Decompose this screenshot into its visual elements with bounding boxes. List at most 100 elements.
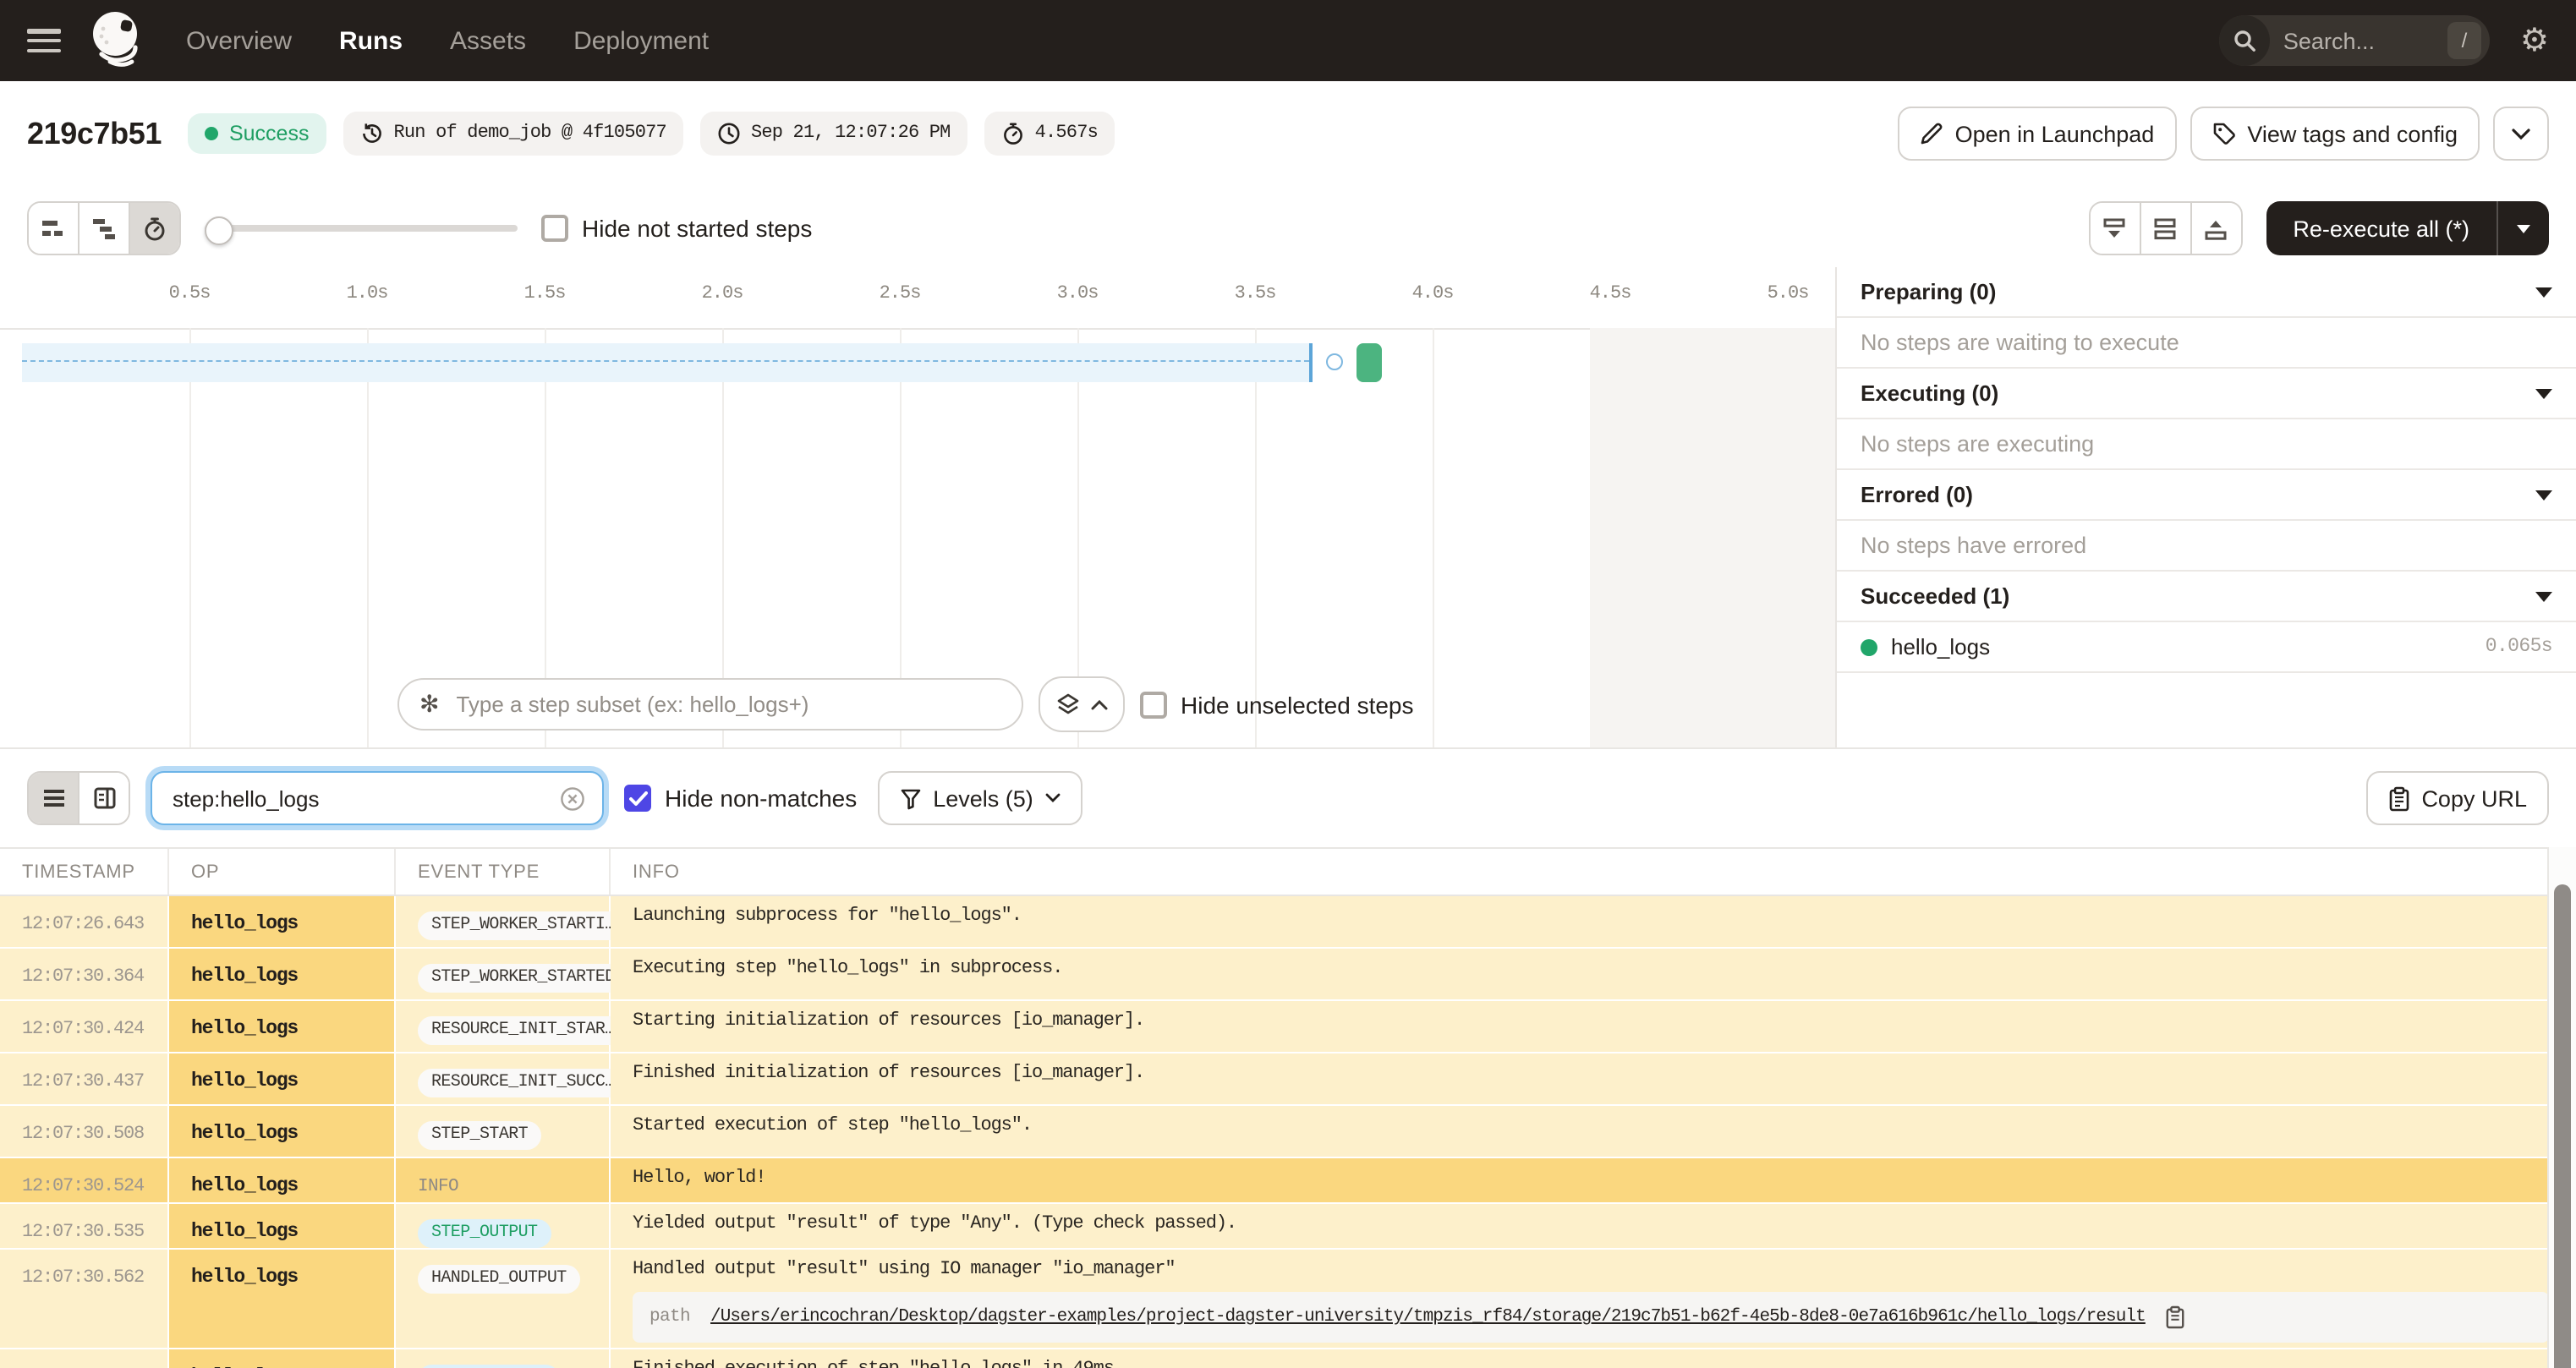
run-start-time-tag[interactable]: Sep 21, 12:07:26 PM (699, 112, 967, 156)
view-tags-config-button[interactable]: View tags and config (2190, 107, 2480, 161)
log-timestamp-cell[interactable]: 12:07:30.508 (0, 1106, 169, 1157)
log-event-type-cell: STEP_WORKER_STARTED (396, 949, 628, 999)
pencil-icon (1921, 123, 1942, 145)
log-structured-view-icon[interactable] (79, 773, 129, 824)
split-even-icon[interactable] (2140, 203, 2192, 254)
tag-icon (2213, 123, 2235, 145)
nav-item-overview[interactable]: Overview (186, 26, 292, 55)
log-event-type-cell: STEP_WORKER_STARTI… (396, 896, 628, 947)
log-info-text: Finished initialization of resources [io… (633, 1064, 1145, 1084)
nav-item-runs[interactable]: Runs (339, 26, 403, 55)
hide-not-started-checkbox[interactable]: Hide not started steps (541, 215, 812, 242)
event-type-badge: HANDLED_OUTPUT (418, 1265, 580, 1294)
log-timestamp-cell[interactable]: 12:07:30.364 (0, 949, 169, 999)
log-timestamp-cell[interactable]: 12:07:30.535 (0, 1204, 169, 1248)
panel-section-header[interactable]: Succeeded (1) (1837, 572, 2576, 622)
log-op-cell: hello_logs (169, 1204, 396, 1248)
log-row[interactable]: 12:07:30.508 hello_logs STEP_START Started … (0, 1106, 2576, 1158)
output-path-link[interactable]: /Users/erincochran/Desktop/dagster-examp… (710, 1307, 2146, 1327)
log-scrollbar[interactable] (2547, 847, 2576, 1368)
axis-tick-label: 4.5s (1589, 284, 1632, 304)
log-timestamp-cell[interactable]: 12:07:30.437 (0, 1053, 169, 1104)
collapse-down-icon[interactable] (2090, 203, 2141, 254)
axis-tick-label: 1.0s (346, 284, 389, 304)
panel-section-header[interactable]: Executing (0) (1837, 369, 2576, 419)
search-icon (2218, 15, 2270, 66)
log-row[interactable]: 12:07:30.364 hello_logs STEP_WORKER_STARTE… (0, 949, 2576, 1001)
reexecute-options-button[interactable] (2497, 201, 2549, 255)
chevron-down-icon (2535, 287, 2552, 297)
reexecute-all-button[interactable]: Re-execute all (*) (2266, 201, 2497, 255)
panel-section-header[interactable]: Preparing (0) (1837, 267, 2576, 318)
log-row[interactable]: 12:07:30.424 hello_logs RESOURCE_INIT_STAR… (0, 1001, 2576, 1053)
event-type-badge: RESOURCE_INIT_STAR… (418, 1016, 628, 1045)
copy-path-icon[interactable] (2166, 1305, 2186, 1329)
run-header: 219c7b51 Success Run of demo_job @ 4f105… (0, 81, 2576, 186)
log-row[interactable]: 12:07:30.562 hello_logs HANDLED_OUTPUT Hand… (0, 1250, 2576, 1349)
hide-unselected-checkbox[interactable]: Hide unselected steps (1140, 691, 1414, 718)
gear-icon[interactable]: ⚙ (2520, 24, 2549, 57)
log-op-cell: hello_logs (169, 1106, 396, 1157)
log-timestamp-cell[interactable]: 12:07:30.524 (0, 1158, 169, 1202)
view-waterfall-icon[interactable] (79, 203, 130, 254)
levels-dropdown-button[interactable]: Levels (5) (877, 771, 1082, 825)
expand-up-icon[interactable] (2191, 203, 2241, 254)
axis-tick-label: 1.5s (523, 284, 567, 304)
log-event-type-cell: STEP_OUTPUT (396, 1204, 611, 1248)
panel-section-title: Executing (0) (1861, 380, 1999, 406)
chevron-down-icon (2512, 128, 2530, 140)
checkbox-unchecked-icon[interactable] (541, 215, 568, 242)
log-list-view-icon[interactable] (29, 773, 79, 824)
clear-filter-icon[interactable] (560, 785, 585, 811)
graph-query-toggle-button[interactable] (1039, 676, 1125, 732)
run-of-tag[interactable]: Run of demo_job @ 4f105077 (343, 112, 683, 156)
header-timestamp: TIMESTAMP (0, 849, 169, 895)
gantt-zoom-slider[interactable] (205, 203, 518, 254)
log-row[interactable]: 12:07:30.437 hello_logs RESOURCE_INIT_SUCC… (0, 1053, 2576, 1106)
step-success-dot-icon (1861, 638, 1877, 655)
layers-icon (1057, 693, 1079, 714)
gantt-step-bar-hello-logs[interactable] (1357, 343, 1382, 382)
log-timestamp-cell[interactable]: 12:07:30.424 (0, 1001, 169, 1052)
log-timestamp-cell[interactable]: 12:07:26.643 (0, 896, 169, 947)
nav-item-deployment[interactable]: Deployment (573, 26, 709, 55)
checkbox-checked-icon[interactable] (624, 785, 651, 812)
timer-icon (1003, 123, 1022, 145)
gridline (1433, 328, 1434, 747)
op-selector-icon: ✻ (419, 691, 440, 718)
nav-item-assets[interactable]: Assets (450, 26, 526, 55)
checkbox-unchecked-icon[interactable] (1140, 691, 1167, 718)
axis-tick-label: 5.0s (1767, 284, 1810, 304)
global-search-input[interactable]: Search... / (2218, 15, 2490, 66)
event-type-badge: STEP_OUTPUT (418, 1219, 551, 1248)
run-duration-tag[interactable]: 4.567s (984, 112, 1115, 156)
chevron-down-icon (2535, 388, 2552, 398)
log-timestamp-cell[interactable]: 12:07:30.562 (0, 1250, 169, 1348)
log-row[interactable]: 12:07:30.524 hello_logs INFO Hello, world! (0, 1158, 2576, 1204)
log-row[interactable]: 12:07:30.573hello_logs STEP_SUCCESS Finish… (0, 1349, 2576, 1368)
log-info-cell: Starting initialization of resources [io… (611, 1001, 2576, 1052)
slider-thumb[interactable] (205, 216, 233, 245)
panel-section-header[interactable]: Errored (0) (1837, 470, 2576, 521)
chevron-down-icon (2535, 591, 2552, 601)
log-op-cell: hello_logs (169, 1250, 396, 1348)
output-metadata-box: path/Users/erincochran/Desktop/dagster-e… (633, 1292, 2549, 1343)
log-row[interactable]: 12:07:26.643 hello_logs STEP_WORKER_STARTI… (0, 896, 2576, 949)
view-timing-icon[interactable] (130, 203, 179, 254)
hide-non-matches-checkbox[interactable]: Hide non-matches (624, 785, 857, 812)
view-flat-icon[interactable] (29, 203, 79, 254)
scrollbar-thumb[interactable] (2554, 884, 2571, 1368)
chevron-down-icon (1045, 793, 1061, 802)
log-row[interactable]: 12:07:30.535 hello_logs STEP_OUTPUT Yielded… (0, 1204, 2576, 1250)
log-info-text: Started execution of step "hello_logs". (633, 1116, 1033, 1136)
panel-step-row[interactable]: hello_logs 0.065s (1837, 622, 2576, 673)
log-filter-input[interactable] (169, 784, 546, 813)
menu-icon[interactable] (27, 29, 61, 52)
copy-url-button[interactable]: Copy URL (2365, 771, 2549, 825)
status-dot-icon (205, 127, 219, 140)
step-subset-input[interactable] (452, 690, 1001, 719)
run-more-actions-button[interactable] (2493, 107, 2549, 161)
open-in-launchpad-button[interactable]: Open in Launchpad (1897, 107, 2177, 161)
dagster-logo-icon[interactable] (85, 7, 149, 74)
log-timestamp-cell[interactable]: 12:07:30.573 (0, 1349, 169, 1368)
